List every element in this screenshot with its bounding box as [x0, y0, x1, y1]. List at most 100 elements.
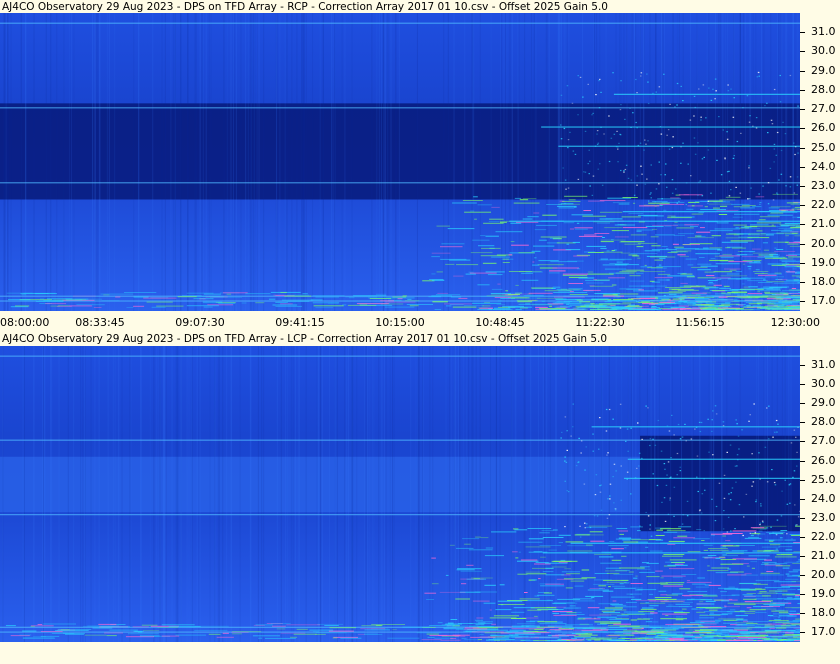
hot-pixel [657, 198, 681, 200]
speck [743, 516, 745, 518]
streak [557, 13, 559, 311]
speck [679, 470, 682, 472]
speck [673, 486, 676, 488]
speck [592, 433, 594, 435]
hot-pixel [759, 574, 784, 576]
hot-pixel [605, 218, 623, 220]
hot-pixel [594, 293, 621, 295]
hot-pixel [599, 303, 631, 305]
streak [464, 13, 466, 311]
streak [170, 13, 172, 311]
hot-pixel [132, 626, 149, 628]
hot-pixel [611, 230, 629, 232]
hot-pixel [509, 292, 523, 294]
hot-pixel [495, 626, 513, 628]
speck [595, 94, 597, 96]
hot-pixel [746, 593, 756, 594]
speck [564, 460, 566, 462]
speck [768, 405, 770, 407]
hot-pixel [491, 623, 496, 625]
hot-pixel [585, 279, 610, 281]
hot-pixel [732, 558, 757, 560]
hot-pixel [658, 293, 692, 294]
hot-pixel [385, 301, 416, 303]
hot-pixel [739, 582, 757, 584]
speck [605, 430, 608, 432]
hot-pixel [525, 571, 541, 573]
hot-pixel [690, 286, 716, 288]
hot-pixel [528, 292, 553, 294]
speck [596, 133, 598, 135]
hot-pixel [658, 590, 667, 592]
hot-pixel [674, 302, 703, 304]
y-tick-label: 17.0 [811, 294, 836, 308]
speck [562, 167, 564, 169]
streak [176, 346, 178, 642]
hot-pixel [620, 252, 631, 254]
hot-pixel [776, 554, 793, 556]
hot-pixel [727, 278, 742, 280]
hot-pixel [458, 623, 473, 624]
hot-pixel [40, 631, 63, 632]
x-tick-label: 10:15:00 [375, 316, 425, 329]
x-tick-label: 09:07:30 [175, 316, 225, 329]
hot-pixel [552, 566, 567, 568]
speck [758, 75, 760, 77]
hot-pixel [589, 531, 603, 533]
speck [755, 117, 758, 119]
hot-pixel [753, 261, 761, 263]
speck [771, 469, 773, 471]
hot-pixel [716, 278, 722, 280]
hot-pixel [695, 300, 713, 302]
speck [736, 423, 738, 425]
hot-pixel [732, 530, 757, 532]
streak [523, 346, 525, 642]
hot-pixel [747, 293, 763, 295]
hot-pixel [640, 271, 666, 272]
hot-pixel [793, 241, 800, 243]
speck [577, 178, 580, 180]
hot-pixel [720, 275, 748, 277]
hot-pixel [5, 625, 16, 627]
hot-pixel [757, 289, 781, 291]
speck [567, 139, 570, 141]
hot-pixel [472, 239, 490, 241]
streak [2, 346, 4, 642]
speck [596, 143, 599, 145]
hot-pixel [525, 271, 543, 273]
hot-pixel [731, 247, 746, 249]
streak [97, 13, 99, 311]
hot-pixel [564, 195, 588, 197]
streak [457, 346, 459, 642]
hot-pixel [436, 271, 443, 273]
speck [700, 421, 703, 424]
hot-pixel [533, 551, 543, 553]
streak [68, 13, 70, 311]
streak [336, 346, 338, 642]
hot-pixel [758, 219, 766, 221]
hot-pixel [697, 269, 711, 271]
hot-pixel [770, 206, 791, 208]
hot-pixel [696, 231, 711, 233]
hot-pixel [452, 202, 477, 204]
hot-pixel [623, 541, 639, 543]
streak [721, 346, 723, 642]
speck [790, 442, 793, 444]
hot-pixel [764, 564, 783, 566]
speck [600, 509, 603, 511]
y-tick [800, 147, 805, 149]
hot-pixel [614, 587, 636, 589]
hot-pixel [700, 606, 727, 608]
hot-pixel [720, 546, 727, 548]
hot-pixel [789, 534, 800, 535]
hot-pixel [607, 300, 620, 301]
hot-pixel [777, 617, 781, 618]
hot-pixel [672, 576, 683, 578]
hot-pixel [734, 297, 742, 298]
speck [754, 532, 757, 534]
hot-pixel [409, 305, 419, 307]
hot-pixel [544, 626, 562, 628]
streak [689, 13, 691, 311]
hot-pixel [699, 634, 704, 635]
hot-pixel [534, 615, 538, 617]
